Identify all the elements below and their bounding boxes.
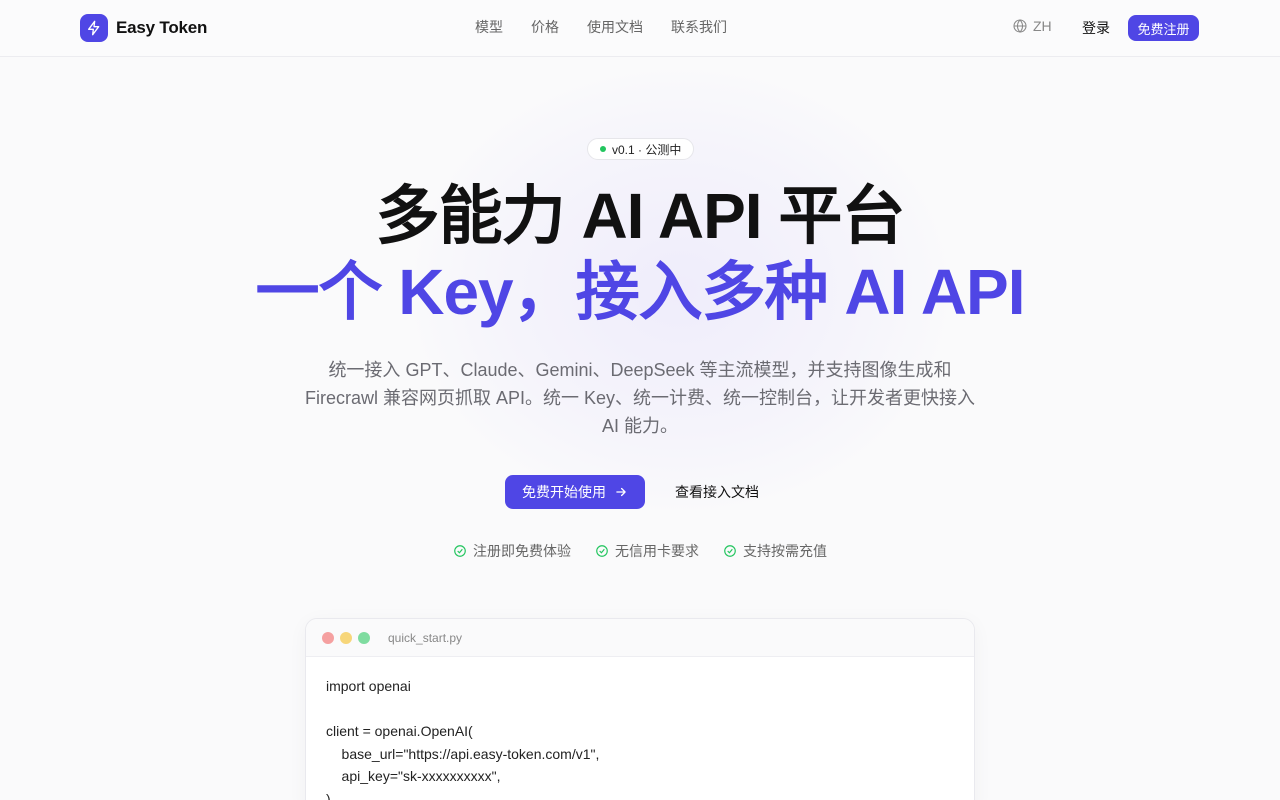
start-free-button[interactable]: 免费开始使用 (505, 475, 645, 509)
code-titlebar: quick_start.py (306, 619, 974, 657)
nav-item-pricing[interactable]: 价格 (531, 17, 559, 37)
badge-text: v0.1 · 公测中 (612, 142, 682, 157)
check-circle-icon (596, 545, 608, 557)
code-line: ) (326, 790, 331, 800)
globe-icon (1013, 19, 1027, 33)
feature-item: 支持按需充值 (723, 541, 827, 561)
feature-list: 注册即免费体验 无信用卡要求 支持按需充值 (453, 541, 827, 561)
code-line: client = openai.OpenAI( (326, 723, 473, 739)
nav-item-models[interactable]: 模型 (475, 17, 503, 37)
nav-item-contact[interactable]: 联系我们 (671, 17, 727, 37)
feature-label: 支持按需充值 (743, 543, 827, 559)
code-line: import openai (326, 678, 411, 694)
main-nav: 模型 价格 使用文档 联系我们 (475, 17, 727, 37)
language-switcher[interactable]: ZH (1012, 18, 1052, 34)
hero-title: 多能力 AI API 平台 (375, 180, 906, 252)
brand-name: Easy Token (116, 18, 208, 37)
status-dot (600, 146, 606, 152)
signup-button[interactable]: 免费注册 (1128, 15, 1199, 41)
hero-subtitle: 统一接入 GPT、Claude、Gemini、DeepSeek 等主流模型，并支… (304, 360, 976, 436)
brand[interactable]: Easy Token (80, 14, 207, 42)
nav-item-docs[interactable]: 使用文档 (587, 17, 643, 37)
feature-label: 无信用卡要求 (615, 543, 699, 559)
code-line: api_key="sk-xxxxxxxxxx", (326, 768, 501, 784)
language-label: ZH (1033, 18, 1052, 34)
feature-item: 注册即免费体验 (453, 541, 571, 561)
code-filename: quick_start.py (388, 630, 463, 645)
view-docs-button[interactable]: 查看接入文档 (660, 475, 774, 509)
code-line: base_url="https://api.easy-token.com/v1"… (326, 745, 600, 762)
feature-item: 无信用卡要求 (595, 541, 699, 561)
version-badge: v0.1 · 公测中 (587, 138, 695, 160)
code-sample-window: quick_start.py import openai client = op… (305, 618, 975, 800)
code-body: import openai client = openai.OpenAI( ba… (306, 657, 974, 800)
check-circle-icon (454, 545, 466, 557)
lightning-icon (80, 14, 108, 42)
start-free-label: 免费开始使用 (522, 484, 606, 500)
feature-label: 注册即免费体验 (473, 543, 571, 559)
arrow-right-icon (616, 487, 626, 497)
check-circle-icon (724, 545, 736, 557)
login-link[interactable]: 登录 (1082, 18, 1110, 38)
top-navbar: Easy Token 模型 价格 使用文档 联系我们 ZH 登录 免费注册 (0, 0, 1280, 57)
hero-title-accent: 一个 Key，接入多种 AI API (255, 256, 1025, 328)
window-maximize-dot (358, 631, 370, 644)
window-minimize-dot (340, 631, 352, 644)
window-close-dot (322, 631, 334, 644)
